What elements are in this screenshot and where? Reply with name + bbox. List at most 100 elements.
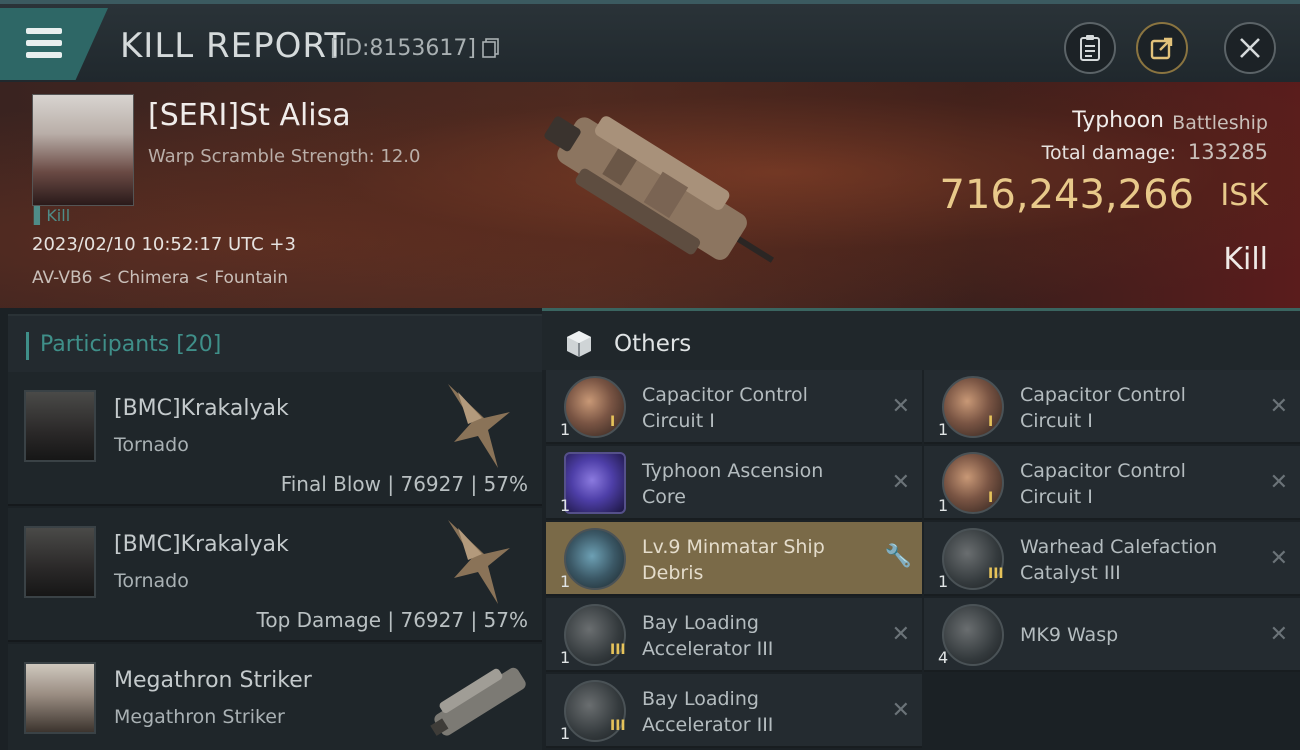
participant-name: [BMC]Krakalyak xyxy=(114,532,289,557)
close-button[interactable] xyxy=(1224,22,1276,74)
drone-icon xyxy=(942,604,1004,666)
item-name: Bay Loading Accelerator III xyxy=(642,612,774,660)
item-quantity: 1 xyxy=(560,496,571,515)
cube-icon xyxy=(567,331,591,357)
item-cell[interactable]: 1 I Capacitor Control Circuit I ✕ xyxy=(924,446,1300,520)
capacitor-icon xyxy=(942,376,1004,438)
item-quantity: 1 xyxy=(938,496,949,515)
item-name: Capacitor Control Circuit I xyxy=(642,384,808,432)
victim-ship-image xyxy=(544,116,775,263)
item-name: Warhead Calefaction Catalyst III xyxy=(1020,536,1218,584)
report-id: [ID:8153617] xyxy=(330,36,476,61)
kill-type-tag: ▌Kill xyxy=(34,206,71,225)
victim-ship-name[interactable]: Typhoon xyxy=(1072,108,1164,133)
item-tier: III xyxy=(610,718,626,734)
close-icon xyxy=(1240,38,1260,58)
result-label: Kill xyxy=(1223,242,1268,277)
menu-button[interactable] xyxy=(0,8,108,80)
destroyed-icon: ✕ xyxy=(891,622,910,647)
item-cell[interactable]: 1 III Warhead Calefaction Catalyst III ✕ xyxy=(924,522,1300,596)
capacitor-icon xyxy=(942,452,1004,514)
participants-panel: Participants [20] [BMC]Krakalyak Tornado… xyxy=(0,308,542,750)
warp-scramble-strength: Warp Scramble Strength: 12.0 xyxy=(148,146,421,167)
item-name: Typhoon Ascension Core xyxy=(642,460,824,508)
item-cell[interactable]: 1 Typhoon Ascension Core ✕ xyxy=(546,446,922,520)
item-quantity: 4 xyxy=(938,648,949,667)
item-cell[interactable]: 1 Lv.9 Minmatar Ship Debris 🔧 xyxy=(546,522,922,596)
participant-avatar[interactable] xyxy=(24,662,96,734)
item-tier: III xyxy=(610,642,626,658)
victim-banner: [SERI]St Alisa Warp Scramble Strength: 1… xyxy=(0,82,1300,308)
participant-ship-image xyxy=(448,384,510,468)
destroyed-icon: ✕ xyxy=(1269,470,1288,495)
item-name: Capacitor Control Circuit I xyxy=(1020,460,1186,508)
item-cell[interactable]: 1 III Bay Loading Accelerator III ✕ xyxy=(546,674,922,748)
item-quantity: 1 xyxy=(560,648,571,667)
participants-header[interactable]: Participants [20] xyxy=(8,314,542,372)
participant-stat: Final Blow | 76927 | 57% xyxy=(280,472,528,496)
participant-row[interactable]: Megathron Striker Megathron Striker xyxy=(8,644,542,750)
item-quantity: 1 xyxy=(560,420,571,439)
participant-avatar[interactable] xyxy=(24,526,96,598)
page-title: KILL REPORT xyxy=(120,26,347,66)
item-cell[interactable]: 4 MK9 Wasp ✕ xyxy=(924,598,1300,672)
destroyed-icon: ✕ xyxy=(1269,546,1288,571)
participant-row[interactable]: [BMC]Krakalyak Tornado Final Blow | 7692… xyxy=(8,372,542,506)
share-icon xyxy=(1150,37,1173,60)
participant-name: [BMC]Krakalyak xyxy=(114,396,289,421)
debris-icon xyxy=(564,528,626,590)
participant-name: Megathron Striker xyxy=(114,668,312,693)
capacitor-icon xyxy=(564,376,626,438)
item-quantity: 1 xyxy=(560,724,571,743)
destroyed-icon: ✕ xyxy=(891,394,910,419)
item-tier: III xyxy=(988,566,1004,582)
item-name: Capacitor Control Circuit I xyxy=(1020,384,1186,432)
copy-icon[interactable] xyxy=(482,38,500,58)
share-button[interactable] xyxy=(1136,22,1188,74)
item-name: Bay Loading Accelerator III xyxy=(642,688,774,736)
total-damage-label: Total damage: xyxy=(1041,142,1176,164)
isk-unit: ISK xyxy=(1220,178,1268,213)
item-name: Lv.9 Minmatar Ship Debris xyxy=(642,536,825,584)
victim-name[interactable]: [SERI]St Alisa xyxy=(148,98,351,133)
hamburger-icon xyxy=(26,28,62,58)
participant-ship: Tornado xyxy=(114,434,189,456)
item-quantity: 1 xyxy=(938,420,949,439)
item-quantity: 1 xyxy=(938,572,949,591)
participant-ship-image xyxy=(448,520,510,604)
isk-value: 716,243,266 xyxy=(939,172,1194,218)
item-name: MK9 Wasp xyxy=(1020,624,1119,646)
victim-avatar[interactable] xyxy=(32,94,134,206)
item-cell[interactable]: 1 III Bay Loading Accelerator III ✕ xyxy=(546,598,922,672)
participant-avatar[interactable] xyxy=(24,390,96,462)
participant-ship-image xyxy=(430,667,526,736)
kill-location[interactable]: AV-VB6 < Chimera < Fountain xyxy=(32,268,288,288)
participants-label: Participants [20] xyxy=(40,332,222,357)
clipboard-button[interactable] xyxy=(1064,22,1116,74)
clipboard-icon xyxy=(1080,35,1100,61)
item-tier: I xyxy=(988,414,994,430)
item-tier: I xyxy=(988,490,994,506)
item-quantity: 1 xyxy=(560,572,571,591)
victim-ship-class: Battleship xyxy=(1172,112,1268,134)
items-grid: 1 I Capacitor Control Circuit I ✕ 1 Typh… xyxy=(542,370,1300,750)
others-label: Others xyxy=(614,331,692,357)
wrench-icon[interactable]: 🔧 xyxy=(885,544,912,569)
item-cell[interactable]: 1 I Capacitor Control Circuit I ✕ xyxy=(546,370,922,444)
destroyed-icon: ✕ xyxy=(891,470,910,495)
destroyed-icon: ✕ xyxy=(1269,394,1288,419)
core-icon xyxy=(564,452,626,514)
item-tier: I xyxy=(610,414,616,430)
destroyed-icon: ✕ xyxy=(891,698,910,723)
participant-stat: Top Damage | 76927 | 57% xyxy=(256,608,528,632)
others-header: Others xyxy=(542,308,1300,370)
kill-datetime: 2023/02/10 10:52:17 UTC +3 xyxy=(32,234,296,255)
participant-row[interactable]: [BMC]Krakalyak Tornado Top Damage | 7692… xyxy=(8,508,542,642)
header-accent-bar xyxy=(26,332,29,360)
header-bar: KILL REPORT [ID:8153617] xyxy=(0,0,1300,82)
total-damage-value: 133285 xyxy=(1187,140,1268,164)
item-cell[interactable]: 1 I Capacitor Control Circuit I ✕ xyxy=(924,370,1300,444)
participant-ship: Tornado xyxy=(114,570,189,592)
participant-ship: Megathron Striker xyxy=(114,706,285,728)
destroyed-icon: ✕ xyxy=(1269,622,1288,647)
